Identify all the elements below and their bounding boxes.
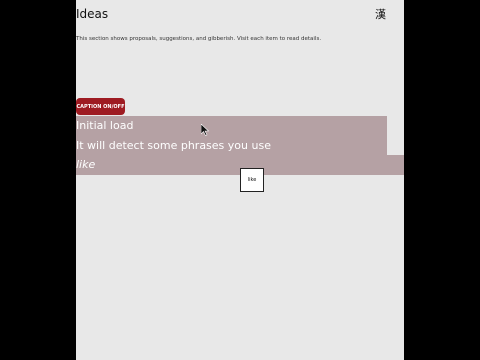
mouse-cursor-icon — [201, 124, 209, 136]
header: Ideas 漢 — [76, 0, 404, 30]
caption-line-1: Initial load — [76, 119, 134, 132]
caption-line-2: It will detect some phrases you use — [76, 139, 271, 152]
page-title: Ideas — [76, 7, 109, 21]
section-description: This section shows proposals, suggestion… — [76, 36, 322, 42]
word-popup[interactable]: like — [240, 168, 264, 192]
kanji-character-icon[interactable]: 漢 — [375, 9, 387, 21]
app-screen: Ideas 漢 This section shows proposals, su… — [76, 0, 404, 360]
caption-line-3[interactable]: like — [76, 158, 95, 171]
caption-toggle-button[interactable]: CAPTION ON/OFF — [76, 98, 125, 115]
caption-panel: Initial load It will detect some phrases… — [76, 116, 387, 155]
